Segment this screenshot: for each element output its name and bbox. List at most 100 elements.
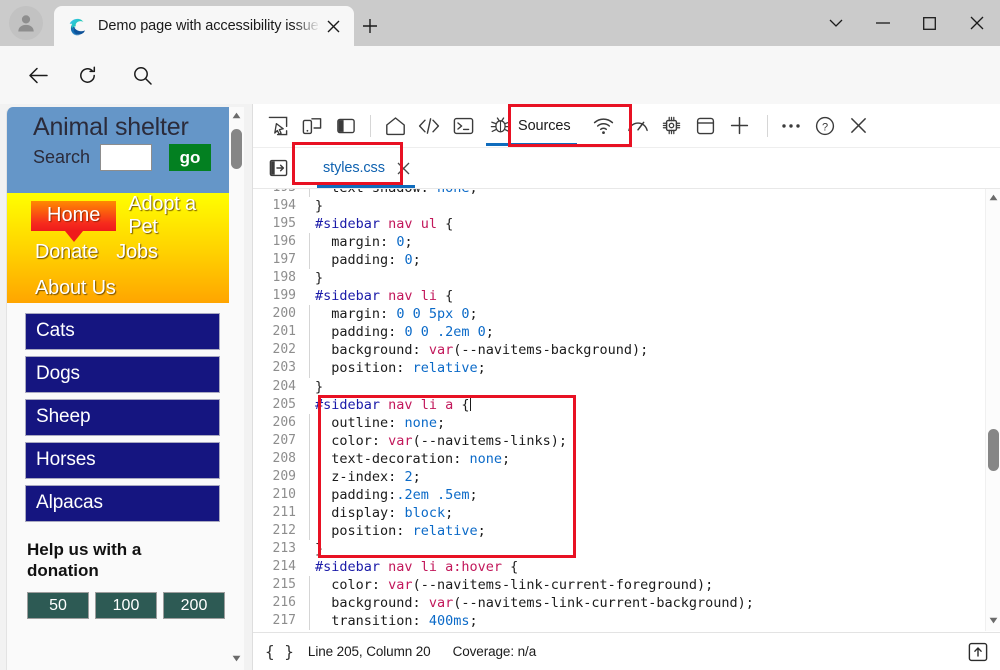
- page-scrollbar-thumb[interactable]: [231, 129, 242, 169]
- device-emulation-icon[interactable]: [295, 109, 329, 143]
- indent-guide: [305, 269, 315, 287]
- network-wifi-icon[interactable]: [587, 109, 621, 143]
- indent-guide: [305, 521, 315, 540]
- code-text[interactable]: text-shadow: none;: [315, 189, 1000, 197]
- animal-link-horses[interactable]: Horses: [25, 442, 220, 479]
- nav-item-home[interactable]: Home: [31, 201, 117, 242]
- code-editor[interactable]: 193 text-shadow: none;194}195#sidebar na…: [253, 189, 1000, 631]
- more-tools-plus-icon[interactable]: [723, 109, 757, 143]
- page-scroll-down-arrow[interactable]: [229, 650, 244, 667]
- performance-gauge-icon[interactable]: [621, 109, 655, 143]
- code-text[interactable]: #sidebar nav ul {: [315, 215, 1000, 233]
- code-text[interactable]: color: var(--navitems-link-current-foreg…: [315, 576, 1000, 594]
- code-text[interactable]: color: var(--navitems-links);: [315, 432, 1000, 450]
- maximize-button[interactable]: [906, 0, 953, 46]
- code-text[interactable]: z-index: 2;: [315, 468, 1000, 486]
- editor-scrollbar-thumb[interactable]: [988, 429, 999, 471]
- search-input[interactable]: [100, 144, 153, 171]
- devtools-more-options-button[interactable]: [774, 109, 808, 143]
- application-storage-icon[interactable]: [689, 109, 723, 143]
- code-line: 205 #sidebar nav li a {: [253, 396, 1000, 414]
- code-text[interactable]: }: [315, 630, 1000, 631]
- text-cursor: [469, 396, 471, 411]
- code-text[interactable]: background: var(--navitems-link-current-…: [315, 594, 1000, 612]
- tab-close-icon[interactable]: [320, 13, 346, 39]
- indent-guide: [305, 630, 315, 631]
- render-pane-icon[interactable]: [967, 641, 989, 663]
- refresh-button[interactable]: [70, 58, 104, 92]
- back-button[interactable]: [21, 58, 55, 92]
- line-number: 214: [272, 558, 296, 574]
- code-line: 194}: [253, 197, 1000, 215]
- indent-guide: [305, 431, 315, 450]
- code-text[interactable]: #sidebar nav li a:hover {: [315, 558, 1000, 576]
- donation-amount-100[interactable]: 100: [95, 592, 157, 620]
- code-text[interactable]: }: [315, 269, 1000, 287]
- code-text[interactable]: #sidebar nav li {: [315, 287, 1000, 305]
- editor-scroll-down-arrow[interactable]: [986, 612, 1000, 629]
- nav-item-jobs[interactable]: Jobs: [116, 241, 158, 264]
- code-text[interactable]: margin: 0;: [315, 233, 1000, 251]
- animal-link-dogs[interactable]: Dogs: [25, 356, 220, 393]
- code-text[interactable]: outline: none;: [315, 414, 1000, 432]
- toolbar-divider-2: [766, 114, 768, 137]
- indent-guide: [305, 359, 315, 378]
- elements-code-icon[interactable]: [412, 109, 446, 143]
- code-text[interactable]: padding:.2em .5em;: [315, 486, 1000, 504]
- line-number: 217: [272, 613, 296, 629]
- code-text[interactable]: }: [315, 378, 1000, 396]
- nav-item-donate[interactable]: Donate: [35, 241, 98, 264]
- donation-amount-50[interactable]: 50: [27, 592, 89, 620]
- code-line: 212 position: relative;: [253, 521, 1000, 540]
- close-window-button[interactable]: [953, 0, 1000, 46]
- browser-tab[interactable]: Demo page with accessibility issues: [54, 6, 354, 46]
- animal-link-sheep[interactable]: Sheep: [25, 399, 220, 436]
- tab-sources[interactable]: Sources: [482, 106, 581, 146]
- page-scroll-up-arrow[interactable]: [229, 107, 244, 124]
- pretty-print-icon[interactable]: { }: [265, 642, 294, 661]
- profile-avatar-icon[interactable]: [9, 6, 43, 40]
- file-tab-styles-css[interactable]: styles.css: [309, 149, 421, 188]
- devtools-help-icon[interactable]: ?: [808, 109, 842, 143]
- code-text[interactable]: background: var(--navitems-background);: [315, 341, 1000, 359]
- editor-scrollbar[interactable]: [985, 189, 1000, 631]
- nav-item-adopt-a-pet[interactable]: Adopt a Pet: [128, 193, 220, 239]
- code-text[interactable]: text-decoration: none;: [315, 450, 1000, 468]
- animal-link-alpacas[interactable]: Alpacas: [25, 485, 220, 522]
- nav-item-about-us[interactable]: About Us: [35, 277, 116, 300]
- console-icon[interactable]: [446, 109, 480, 143]
- code-text[interactable]: padding: 0;: [315, 251, 1000, 269]
- welcome-home-icon[interactable]: [378, 109, 412, 143]
- line-number: 215: [272, 577, 296, 593]
- code-line: 210 padding:.2em .5em;: [253, 485, 1000, 504]
- code-text[interactable]: display: block;: [315, 504, 1000, 522]
- new-tab-button[interactable]: [355, 11, 385, 41]
- go-button[interactable]: go: [169, 144, 212, 171]
- line-number: 194: [272, 198, 296, 214]
- code-text[interactable]: position: relative;: [315, 522, 1000, 540]
- indent-guide: [305, 413, 315, 432]
- page-scrollbar[interactable]: [229, 107, 244, 670]
- line-number: 210: [272, 486, 296, 502]
- dock-side-icon[interactable]: [329, 109, 363, 143]
- code-line: 208 text-decoration: none;: [253, 449, 1000, 468]
- code-text[interactable]: transition: 400ms;: [315, 612, 1000, 630]
- memory-chip-icon[interactable]: [655, 109, 689, 143]
- donation-amount-200[interactable]: 200: [163, 592, 225, 620]
- code-text[interactable]: }: [315, 540, 1000, 558]
- code-text[interactable]: padding: 0 0 .2em 0;: [315, 323, 1000, 341]
- search-button[interactable]: [125, 58, 159, 92]
- code-text[interactable]: }: [315, 197, 1000, 215]
- code-line: 209 z-index: 2;: [253, 467, 1000, 486]
- show-navigator-icon[interactable]: [261, 151, 295, 185]
- code-text[interactable]: margin: 0 0 5px 0;: [315, 305, 1000, 323]
- devtools-close-button[interactable]: [842, 109, 876, 143]
- tab-actions-chevron-icon[interactable]: [812, 0, 859, 46]
- animal-link-cats[interactable]: Cats: [25, 313, 220, 350]
- editor-scroll-up-arrow[interactable]: [986, 189, 1000, 206]
- code-text[interactable]: #sidebar nav li a {: [315, 396, 1000, 414]
- minimize-button[interactable]: [859, 0, 906, 46]
- file-tab-close-icon[interactable]: [395, 159, 413, 177]
- inspect-element-icon[interactable]: [261, 109, 295, 143]
- code-text[interactable]: position: relative;: [315, 359, 1000, 377]
